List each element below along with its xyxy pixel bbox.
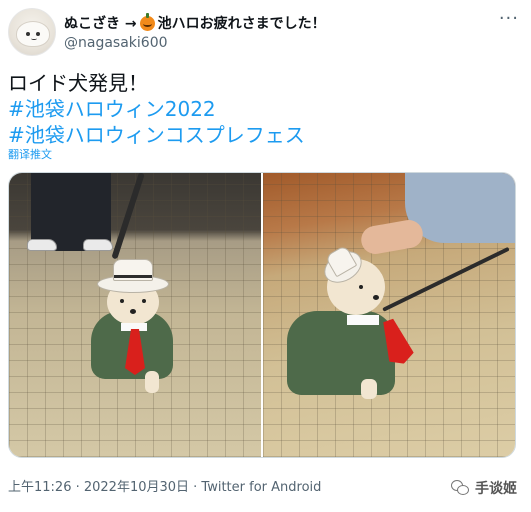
jack-o-lantern-icon <box>139 12 155 31</box>
shoe <box>27 239 57 251</box>
display-name[interactable]: ぬこざき → 池ハロお疲れさまでした！ <box>64 12 326 33</box>
display-name-prefix: ぬこざき → <box>64 16 137 32</box>
media-grid <box>8 172 516 458</box>
translate-tweet-link[interactable]: 翻译推文 <box>8 146 52 162</box>
avatar-face <box>16 21 50 47</box>
tweet-timestamp[interactable]: 上午11:26 · 2022年10月30日 · Twitter for Andr… <box>8 476 321 495</box>
more-options-icon[interactable]: ··· <box>499 10 519 28</box>
hashtag-link[interactable]: #池袋ハロウィンコスプレフェス <box>8 122 523 148</box>
tweet-text-line: ロイド犬発見！ <box>8 71 148 95</box>
photo-1[interactable] <box>9 173 261 457</box>
tweet-header: ぬこざき → 池ハロお疲れさまでした！ @nagasaki600 ··· <box>8 8 523 56</box>
wechat-icon <box>451 479 469 497</box>
display-name-suffix: 池ハロお疲れさまでした！ <box>157 16 326 32</box>
dog <box>87 253 187 393</box>
watermark: 手谈姬 <box>451 478 517 498</box>
dog <box>287 244 437 405</box>
shoe <box>83 239 113 251</box>
avatar[interactable] <box>8 8 56 56</box>
hashtag-link[interactable]: #池袋ハロウィン2022 <box>8 96 523 122</box>
watermark-label: 手谈姬 <box>475 481 517 497</box>
tweet-body: ロイド犬発見！ #池袋ハロウィン2022 #池袋ハロウィンコスプレフェス <box>8 70 523 148</box>
leash <box>111 173 145 260</box>
user-handle[interactable]: @nagasaki600 <box>64 35 168 51</box>
photo-2[interactable] <box>263 173 515 457</box>
